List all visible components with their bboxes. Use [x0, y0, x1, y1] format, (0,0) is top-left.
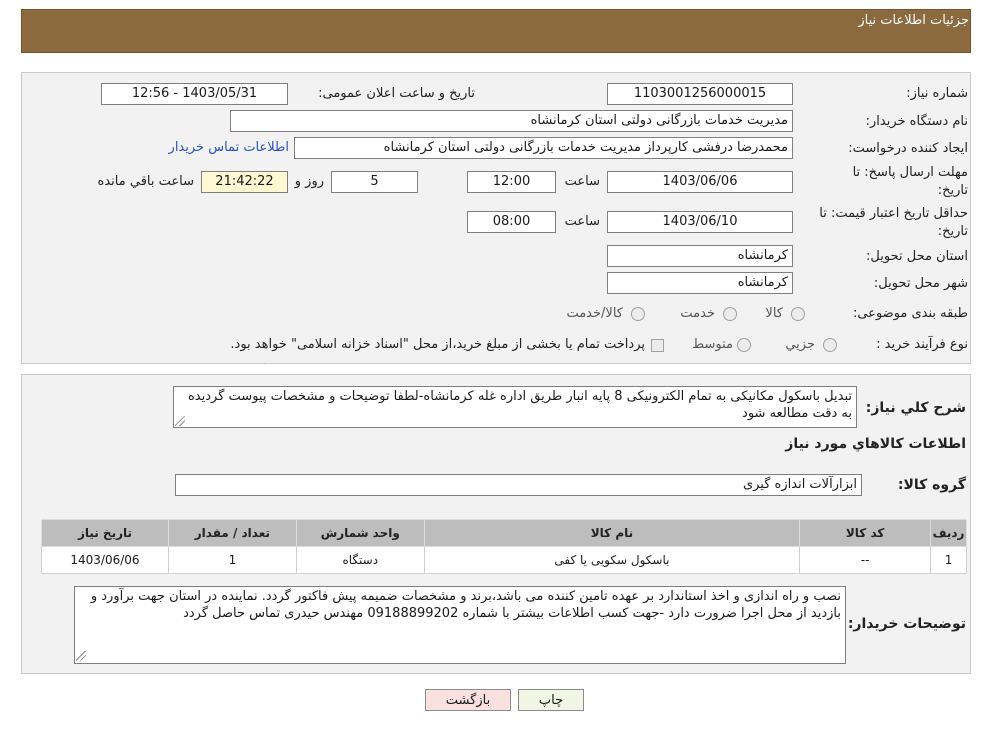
category-goods-service-radio[interactable]: [631, 307, 645, 321]
cell-quantity: 1: [167, 546, 297, 574]
remaining-time-field: 21:42:22: [201, 171, 288, 193]
treasury-bond-checkbox[interactable]: [651, 339, 664, 352]
province-field[interactable]: کرمانشاه: [607, 245, 793, 267]
announce-datetime-field[interactable]: 1403/05/31 - 12:56: [101, 83, 288, 105]
remaining-days-field[interactable]: 5: [331, 171, 418, 193]
purchase-minor-radio[interactable]: [823, 338, 837, 352]
buyer-org-label: نام دستگاه خریدار:: [865, 114, 968, 129]
purchase-type-label: نوع فرآیند خرید :: [876, 337, 968, 352]
need-number-label: شماره نیاز:: [906, 86, 968, 101]
treasury-note: پرداخت تمام یا بخشی از مبلغ خرید،از محل …: [230, 337, 645, 352]
cell-unit: دستگاه: [295, 546, 425, 574]
reply-deadline-time-label: ساعت: [564, 174, 600, 189]
items-table: رديف کد کالا نام کالا واحد شمارش تعداد /…: [41, 519, 967, 574]
announce-datetime-label: تاریخ و ساعت اعلان عمومی:: [318, 86, 475, 101]
cell-need-date: 1403/06/06: [41, 546, 169, 574]
table-row[interactable]: 1 -- باسکول سکویی یا کفی دستگاه 1 1403/0…: [41, 546, 967, 574]
page-header: [21, 9, 971, 53]
category-goods-service-label: کالا/خدمت: [566, 306, 623, 321]
back-button[interactable]: بازگشت: [425, 689, 511, 711]
category-goods-label: کالا: [765, 306, 783, 321]
category-service-label: خدمت: [680, 306, 715, 321]
item-group-label: گروه کالا:: [897, 477, 966, 493]
requester-field[interactable]: محمدرضا درفشی کارپرداز مدیریت خدمات بازر…: [294, 137, 793, 159]
item-group-field[interactable]: ابزارآلات اندازه گیری: [175, 474, 862, 496]
category-goods-radio[interactable]: [791, 307, 805, 321]
cell-row-number: 1: [930, 546, 967, 574]
city-field[interactable]: کرمانشاه: [607, 272, 793, 294]
reply-deadline-label-line2: تاریخ:: [937, 183, 968, 198]
province-label: استان محل تحویل:: [866, 249, 968, 264]
cell-item-code: --: [799, 546, 932, 574]
col-name-header: نام کالا: [423, 519, 801, 547]
print-button[interactable]: چاپ: [518, 689, 584, 711]
price-validity-time-label: ساعت: [564, 214, 600, 229]
category-service-radio[interactable]: [723, 307, 737, 321]
price-validity-label-line2: تاریخ:: [937, 224, 968, 239]
summary-text[interactable]: تبدیل باسکول مکانیکی به تمام الکترونیکی …: [173, 386, 857, 428]
col-qty-header: تعداد / مقدار: [167, 519, 297, 547]
city-label: شهر محل تحویل:: [873, 276, 968, 291]
col-unit-header: واحد شمارش: [295, 519, 425, 547]
buyer-notes-resize-grip-icon[interactable]: [76, 651, 86, 661]
reply-deadline-label-line1: مهلت ارسال پاسخ: تا: [852, 165, 968, 180]
remaining-days-label: روز و: [294, 174, 324, 189]
col-code-header: کد کالا: [799, 519, 932, 547]
summary-label: شرح کلي نياز:: [865, 400, 966, 416]
remaining-time-label: ساعت باقي مانده: [97, 174, 194, 189]
buyer-contact-link[interactable]: اطلاعات تماس خریدار: [169, 140, 289, 155]
items-section-title: اطلاعات کالاهاي مورد نياز: [785, 436, 966, 452]
reply-deadline-date-field[interactable]: 1403/06/06: [607, 171, 793, 193]
category-label: طبقه بندی موضوعی:: [852, 306, 968, 321]
col-date-header: تاریخ نیاز: [41, 519, 169, 547]
price-validity-time-field[interactable]: 08:00: [467, 211, 556, 233]
purchase-minor-label: جزیي: [785, 337, 815, 352]
reply-deadline-time-field[interactable]: 12:00: [467, 171, 556, 193]
purchase-medium-label: متوسط: [692, 337, 733, 352]
price-validity-date-field[interactable]: 1403/06/10: [607, 211, 793, 233]
requester-label: ایجاد کننده درخواست:: [848, 141, 968, 156]
buyer-notes-label: توضیحات خریدار:: [847, 616, 966, 632]
summary-resize-grip-icon[interactable]: [175, 416, 185, 426]
need-number-field[interactable]: 1103001256000015: [607, 83, 793, 105]
col-row-header: رديف: [930, 519, 967, 547]
purchase-medium-radio[interactable]: [737, 338, 751, 352]
buyer-org-field[interactable]: مدیریت خدمات بازرگانی دولتی استان کرمانش…: [230, 110, 793, 132]
page-title: جزئیات اطلاعات نیاز: [858, 13, 969, 28]
cell-item-name: باسکول سکویی یا کفی: [423, 546, 801, 574]
price-validity-label-line1: حداقل تاریخ اعتبار قیمت: تا: [819, 206, 968, 221]
buyer-notes-text[interactable]: نصب و راه اندازی و اخذ استاندارد بر عهده…: [74, 586, 846, 664]
items-table-header: رديف کد کالا نام کالا واحد شمارش تعداد /…: [41, 519, 967, 547]
